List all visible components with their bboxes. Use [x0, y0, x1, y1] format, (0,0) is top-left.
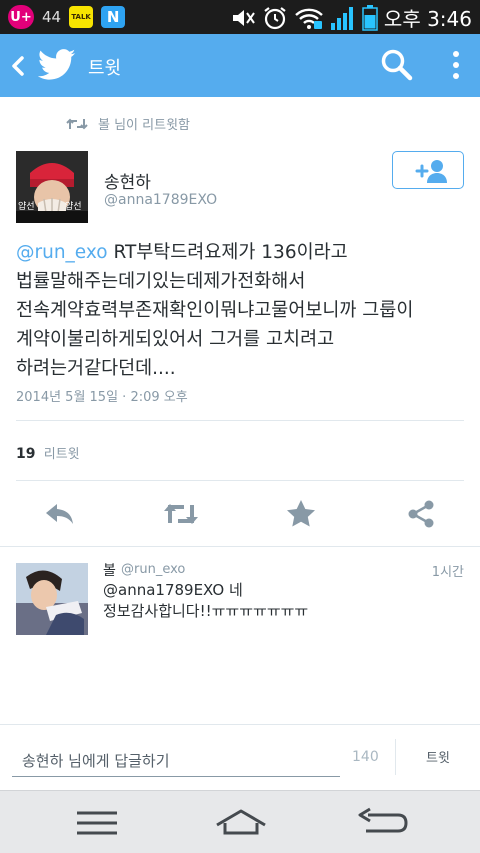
divider: [16, 420, 464, 421]
reply-avatar[interactable]: [16, 563, 88, 635]
reply-input[interactable]: [12, 745, 340, 777]
battery-icon: [362, 4, 378, 31]
reply-avatar-image: [16, 563, 88, 635]
reply-time: 1시간: [431, 565, 464, 580]
tweet-line-3: 전속계약효력부존재확인이뭐냐고물어보니까 그룹이: [16, 300, 414, 321]
alarm-icon: [264, 6, 286, 29]
home-icon[interactable]: [214, 805, 268, 841]
tweet-line-1-text: RT부탁드려요제가 136이라고: [107, 242, 348, 263]
compose-bar: 140 트윗: [0, 725, 480, 790]
retweet-count-value: 19: [16, 446, 36, 462]
reply-author-name[interactable]: 볼: [103, 560, 116, 580]
divider: [395, 739, 396, 775]
favorite-icon[interactable]: [284, 497, 318, 531]
app-header: 트윗: [0, 34, 480, 97]
tweet-line-2: 법률말해주는데기있는데제가전화해서: [16, 271, 306, 292]
clock: 오후 3:46: [383, 7, 472, 31]
reply-line-2: 정보감사합니다!!ㅠㅠㅠㅠㅠㅠㅠ: [103, 602, 309, 620]
retweet-count[interactable]: 19 리트윗: [16, 443, 80, 462]
android-nav-bar: [0, 790, 480, 853]
retweet-icon[interactable]: [162, 497, 200, 531]
reply-line-1: @anna1789EXO 네: [103, 581, 243, 599]
reply-author-handle[interactable]: @run_exo: [121, 562, 185, 577]
page-title: 트윗: [88, 58, 122, 79]
carrier-icon: U+: [8, 5, 34, 29]
menu-icon[interactable]: [73, 805, 121, 841]
mute-icon: [232, 9, 255, 26]
divider: [16, 480, 464, 481]
back-nav-icon[interactable]: [356, 805, 408, 841]
more-vert-icon[interactable]: [446, 48, 466, 82]
share-icon[interactable]: [404, 497, 438, 531]
retweet-count-label: 리트윗: [43, 447, 80, 462]
reply-icon[interactable]: [43, 497, 77, 531]
retweeted-by: 볼 님이 리트윗함: [66, 114, 190, 133]
add-user-icon: [415, 160, 447, 183]
retweeted-by-label: 볼 님이 리트윗함: [98, 118, 190, 133]
char-count: 140: [352, 749, 379, 765]
author-avatar[interactable]: 얍선 얍선: [16, 151, 88, 223]
mention-link[interactable]: @run_exo: [16, 242, 108, 263]
tweet-line-4: 계약이불리하게되있어서 그거를 고치려고: [16, 329, 335, 350]
tweet-line-5: 하려는거같다던데....: [16, 358, 176, 379]
divider: [0, 546, 480, 547]
author-name[interactable]: 송현하: [104, 168, 151, 193]
avatar-caption-right: 얍선: [65, 201, 82, 212]
back-icon[interactable]: [8, 52, 28, 80]
status-bar: U+ 44 TALK N 오후 3:46: [0, 0, 480, 34]
follow-button[interactable]: [392, 151, 464, 189]
search-icon[interactable]: [380, 48, 414, 82]
reply-text: @anna1789EXO 네 정보감사합니다!!ㅠㅠㅠㅠㅠㅠㅠ: [103, 580, 453, 622]
twitter-bird-icon: [38, 49, 76, 80]
tweet-line-1: @run_exo RT부탁드려요제가 136이라고: [16, 238, 472, 267]
kakaotalk-icon: TALK: [69, 6, 94, 28]
signal-icon: [330, 6, 353, 30]
wifi-icon: [295, 8, 323, 29]
avatar-caption-left: 얍선: [18, 201, 35, 212]
tweet-timestamp: 2014년 5월 15일 · 2:09 오후: [16, 390, 188, 405]
author-avatar-image: 얍선 얍선: [16, 151, 88, 223]
tweet-text: @run_exo RT부탁드려요제가 136이라고 법률말해주는데기있는데제가전…: [16, 238, 472, 383]
signal-number: 44: [42, 8, 62, 26]
author-handle[interactable]: @anna1789EXO: [104, 192, 217, 208]
naver-icon: N: [101, 6, 126, 28]
tweet-button[interactable]: 트윗: [410, 747, 466, 769]
retweet-small-icon: [66, 118, 88, 129]
